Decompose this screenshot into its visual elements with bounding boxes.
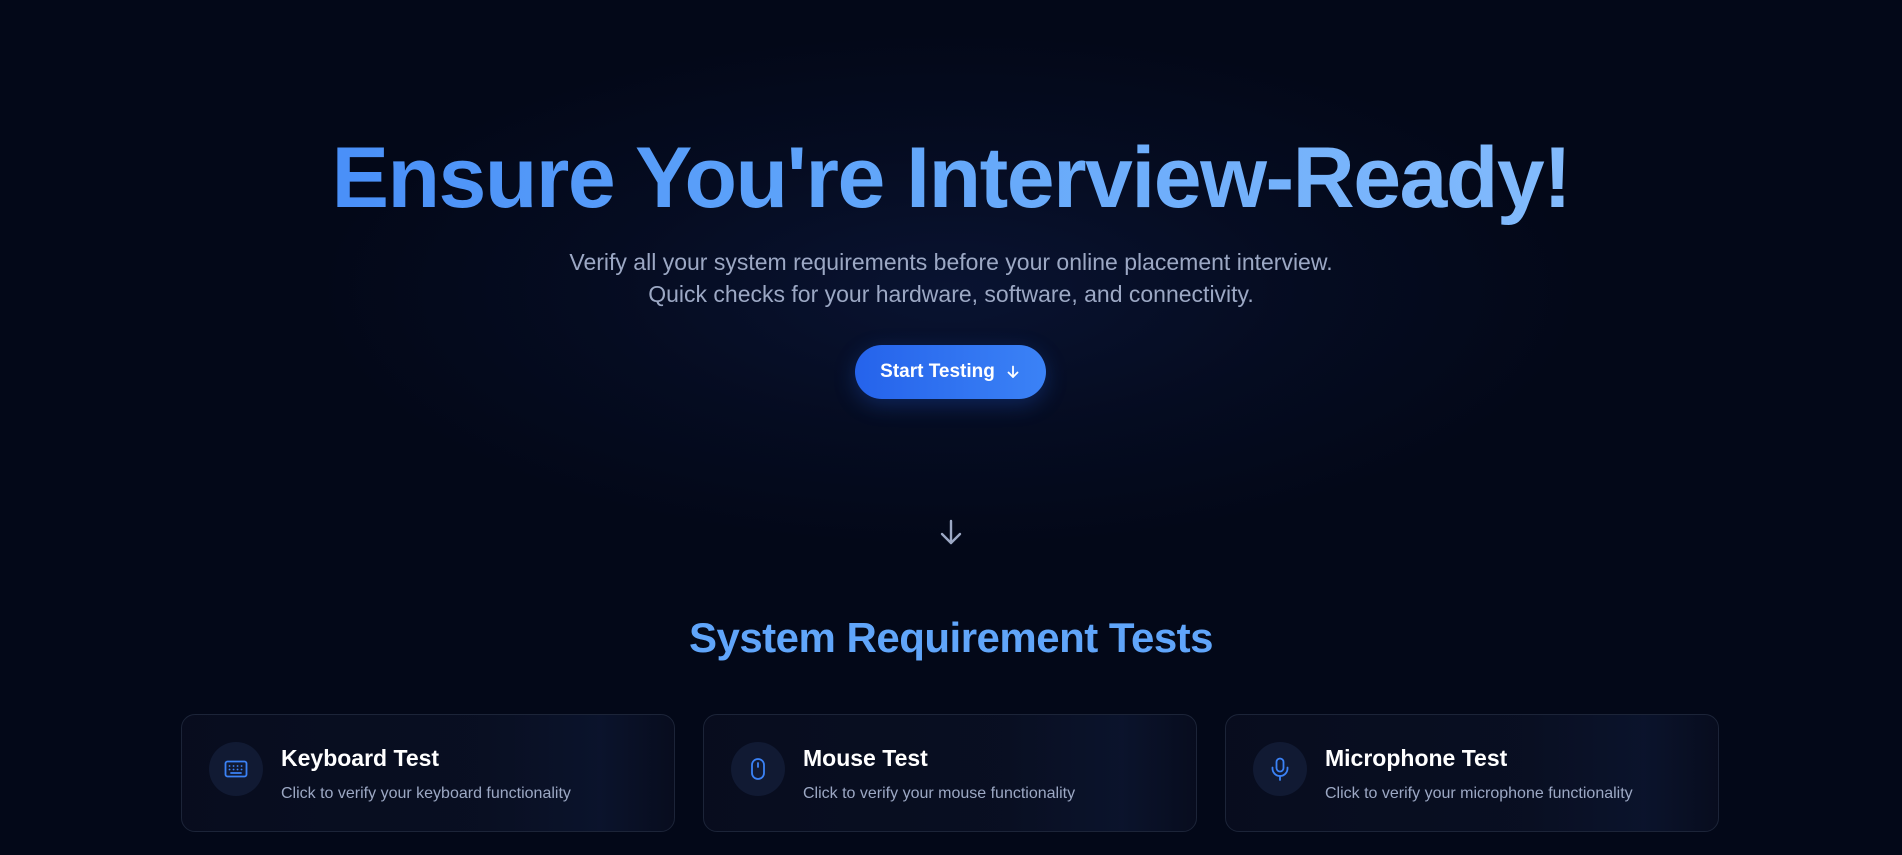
microphone-icon	[1253, 742, 1307, 796]
mouse-icon	[731, 742, 785, 796]
hero-title: Ensure You're Interview-Ready!	[0, 128, 1902, 228]
scroll-down-arrow-icon[interactable]	[937, 518, 965, 546]
card-title: Keyboard Test	[281, 745, 440, 771]
microphone-test-card[interactable]: Microphone Test Click to verify your mic…	[1225, 714, 1719, 832]
hero-subtitle: Verify all your system requirements befo…	[569, 249, 1333, 307]
card-description: Click to verify your keyboard functional…	[281, 785, 571, 802]
card-description: Click to verify your mouse functionality	[803, 785, 1076, 802]
landing-page: Ensure You're Interview-Ready! Verify al…	[0, 0, 1902, 855]
mouse-test-card[interactable]: Mouse Test Click to verify your mouse fu…	[703, 714, 1197, 832]
section-title: System Requirement Tests	[688, 614, 1214, 661]
keyboard-test-card[interactable]: Keyboard Test Click to verify your keybo…	[181, 714, 675, 832]
start-testing-label: Start Testing	[880, 361, 995, 382]
start-testing-button[interactable]: Start Testing	[855, 345, 1046, 399]
arrow-down-icon	[1005, 364, 1021, 380]
card-description: Click to verify your microphone function…	[1325, 785, 1633, 802]
keyboard-icon	[209, 742, 263, 796]
card-title: Microphone Test	[1325, 745, 1508, 771]
card-title: Mouse Test	[803, 745, 928, 771]
